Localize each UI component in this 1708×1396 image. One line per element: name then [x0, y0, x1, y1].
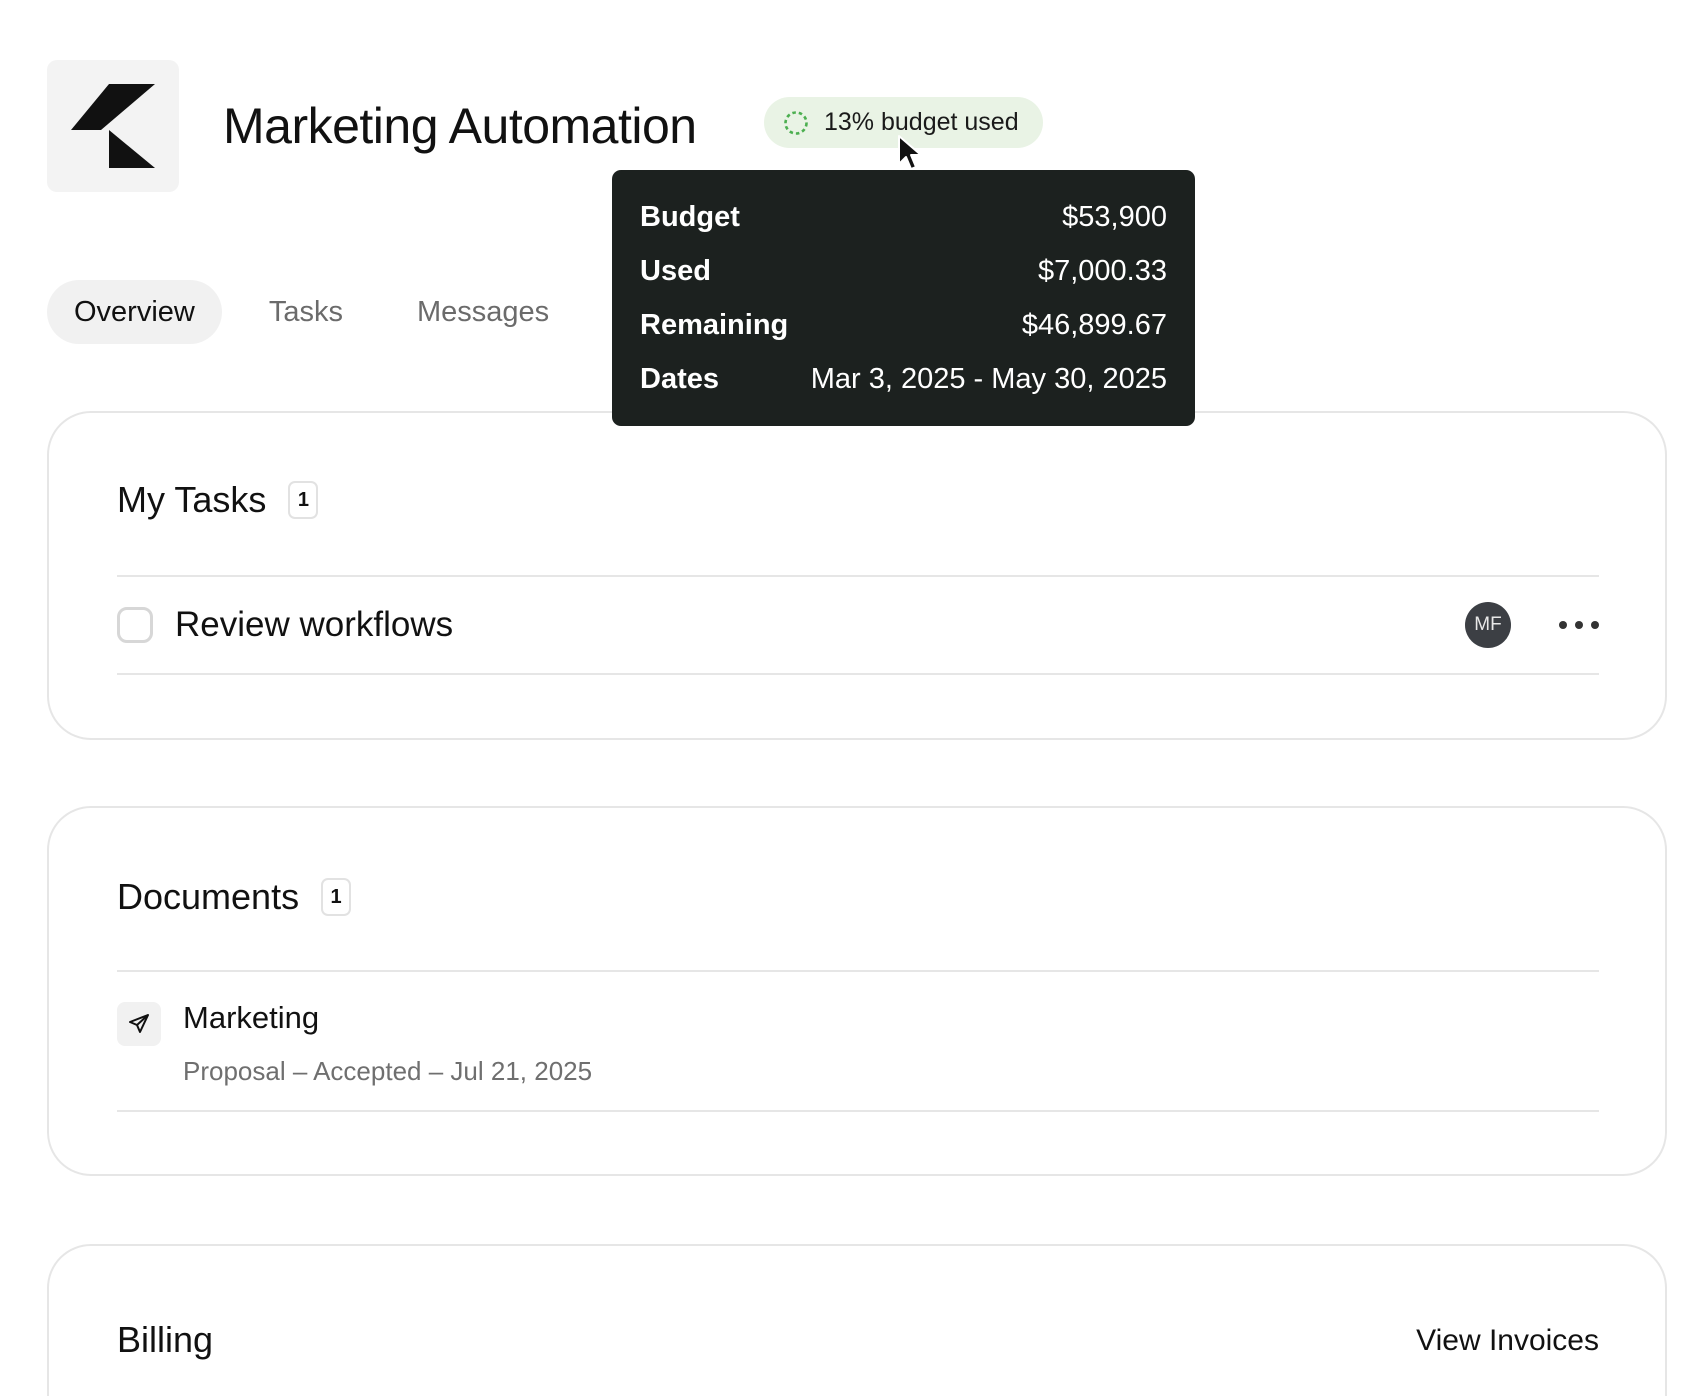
budget-status-label: 13% budget used [824, 108, 1019, 136]
tooltip-label: Used [640, 254, 711, 287]
billing-title: Billing [117, 1319, 214, 1360]
tooltip-value: Mar 3, 2025 - May 30, 2025 [810, 362, 1167, 395]
tooltip-value: $46,899.67 [1021, 308, 1167, 341]
tab-messages[interactable]: Messages [390, 280, 576, 344]
my-tasks-count-badge: 1 [288, 481, 319, 519]
tooltip-label: Dates [640, 362, 719, 395]
documents-count-badge: 1 [321, 878, 352, 916]
tooltip-value: $53,900 [1062, 200, 1167, 233]
tooltip-label: Remaining [640, 308, 789, 341]
tab-bar: Overview Tasks Messages [47, 280, 596, 344]
tooltip-label: Budget [640, 200, 740, 233]
my-tasks-header: My Tasks 1 [117, 479, 319, 521]
tooltip-row-dates: Dates Mar 3, 2025 - May 30, 2025 [640, 352, 1167, 406]
tooltip-row-budget: Budget $53,900 [640, 190, 1167, 244]
my-tasks-title: My Tasks [117, 479, 267, 520]
progress-ring-icon [784, 110, 808, 135]
documents-header: Documents 1 [117, 876, 352, 918]
tooltip-value: $7,000.33 [1037, 254, 1167, 287]
billing-header: Billing [117, 1319, 213, 1361]
brand-logo-icon [71, 84, 155, 168]
send-icon [117, 1002, 161, 1046]
tooltip-row-remaining: Remaining $46,899.67 [640, 298, 1167, 352]
document-row[interactable]: Marketing Proposal – Accepted – Jul 21, … [117, 972, 1599, 1112]
project-logo [47, 60, 179, 192]
assignee-avatar[interactable]: MF [1465, 602, 1511, 648]
tab-overview[interactable]: Overview [47, 280, 222, 344]
divider [117, 673, 1599, 675]
more-options-icon[interactable] [1559, 615, 1599, 635]
page-title: Marketing Automation [223, 98, 697, 154]
documents-title: Documents [117, 876, 300, 917]
mouse-cursor-icon [898, 135, 922, 170]
documents-card: Documents 1 Marketing Proposal – Accepte… [47, 806, 1667, 1176]
task-row[interactable]: Review workflows MF [117, 577, 1599, 673]
billing-card: Billing View Invoices [47, 1244, 1667, 1396]
task-name[interactable]: Review workflows [175, 605, 1465, 645]
tab-tasks[interactable]: Tasks [242, 280, 370, 344]
document-title[interactable]: Marketing [183, 1000, 319, 1036]
task-checkbox[interactable] [117, 607, 153, 643]
document-meta: Proposal – Accepted – Jul 21, 2025 [183, 1056, 593, 1086]
view-invoices-link[interactable]: View Invoices [1416, 1324, 1599, 1358]
my-tasks-card: My Tasks 1 Review workflows MF [47, 411, 1667, 740]
divider [117, 1110, 1599, 1112]
tooltip-row-used: Used $7,000.33 [640, 244, 1167, 298]
budget-tooltip: Budget $53,900 Used $7,000.33 Remaining … [612, 170, 1195, 426]
